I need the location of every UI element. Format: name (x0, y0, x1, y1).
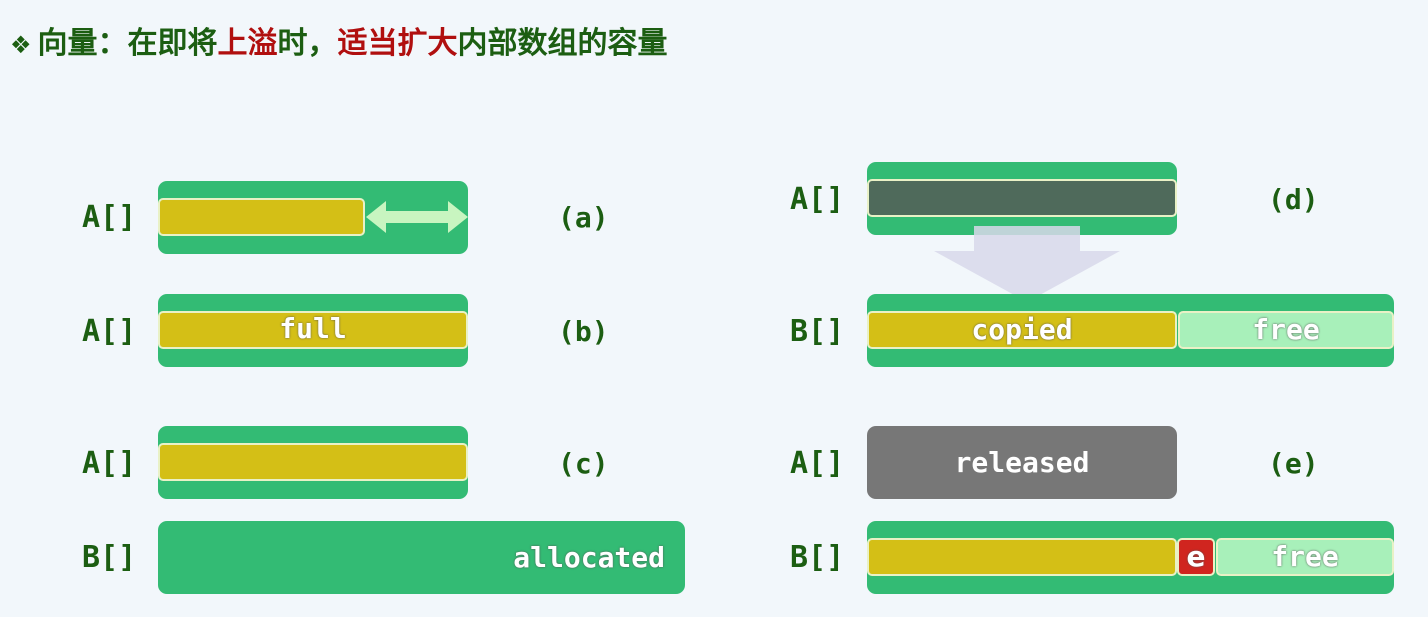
label-e-array-b: B[] (790, 540, 845, 575)
array-c-a-container (158, 426, 468, 499)
array-b-container: full (158, 294, 468, 367)
label-e-array-a: A[] (790, 446, 845, 481)
caption-a: (a) (558, 201, 609, 234)
double-arrow-icon (366, 201, 468, 233)
caption-c: (c) (558, 447, 609, 480)
allocated-label: allocated (513, 541, 665, 574)
label-b-array: A[] (82, 314, 137, 349)
array-d-b-container: copied free (867, 294, 1394, 367)
label-c-array-b: B[] (82, 540, 137, 575)
caption-b: (b) (558, 315, 609, 348)
array-a-container (158, 181, 468, 254)
title-part-3: 时， (277, 26, 338, 61)
used-region (158, 198, 365, 236)
array-e-b-container: e free (867, 521, 1394, 594)
caption-e: (e) (1268, 447, 1319, 480)
new-element-label: e (1186, 540, 1206, 573)
title-part-1: 向量：在即将 (37, 26, 218, 61)
label-a-array: A[] (82, 200, 137, 235)
title-part-expand: 适当扩大 (337, 26, 458, 61)
full-label: full (279, 312, 347, 345)
bullet-icon: ❖ (10, 31, 32, 59)
caption-d: (d) (1268, 183, 1319, 216)
old-array-region (867, 179, 1177, 217)
full-region (158, 443, 468, 481)
free-label: free (1252, 313, 1320, 346)
array-c-b-container: allocated (158, 521, 685, 594)
label-d-array-b: B[] (790, 314, 845, 349)
copied-region (867, 538, 1177, 576)
label-d-array-a: A[] (790, 182, 845, 217)
array-d-a-container (867, 162, 1177, 235)
free-label: free (1271, 540, 1339, 573)
released-label: released (954, 446, 1090, 479)
title-part-overflow: 上溢 (217, 26, 278, 61)
label-c-array-a: A[] (82, 446, 137, 481)
released-array: released (867, 426, 1177, 499)
copied-label: copied (971, 313, 1073, 346)
title-part-5: 内部数组的容量 (457, 26, 668, 61)
page-title: ❖ 向量：在即将上溢时，适当扩大内部数组的容量 (10, 18, 668, 62)
copy-down-arrow-icon (934, 226, 1120, 302)
